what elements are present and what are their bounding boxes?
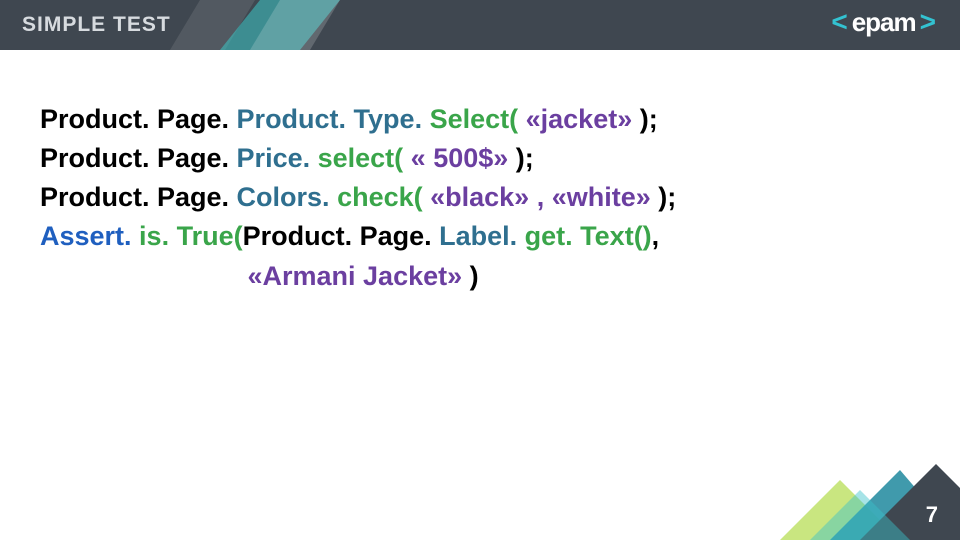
code-block: Product. Page. Product. Type. Select( «j…: [0, 50, 960, 296]
code-line-1: Product. Page. Product. Type. Select( «j…: [40, 100, 930, 139]
logo-open-bracket: <: [831, 8, 847, 36]
page-number: 7: [926, 502, 938, 528]
code-line-5: «Armani Jacket» ): [40, 257, 930, 296]
corner-accent-shape: [740, 460, 960, 540]
logo-close-bracket: >: [920, 8, 936, 36]
brand-logo: < epam >: [831, 8, 936, 36]
code-line-3: Product. Page. Colors. check( «black» , …: [40, 178, 930, 217]
code-line-4: Assert. is. True(Product. Page. Label. g…: [40, 217, 930, 256]
code-line-2: Product. Page. Price. select( « 500$» );: [40, 139, 930, 178]
slide-title: SIMPLE TEST: [0, 13, 171, 37]
slide-header: SIMPLE TEST < epam >: [0, 0, 960, 50]
logo-word: epam: [852, 9, 916, 35]
